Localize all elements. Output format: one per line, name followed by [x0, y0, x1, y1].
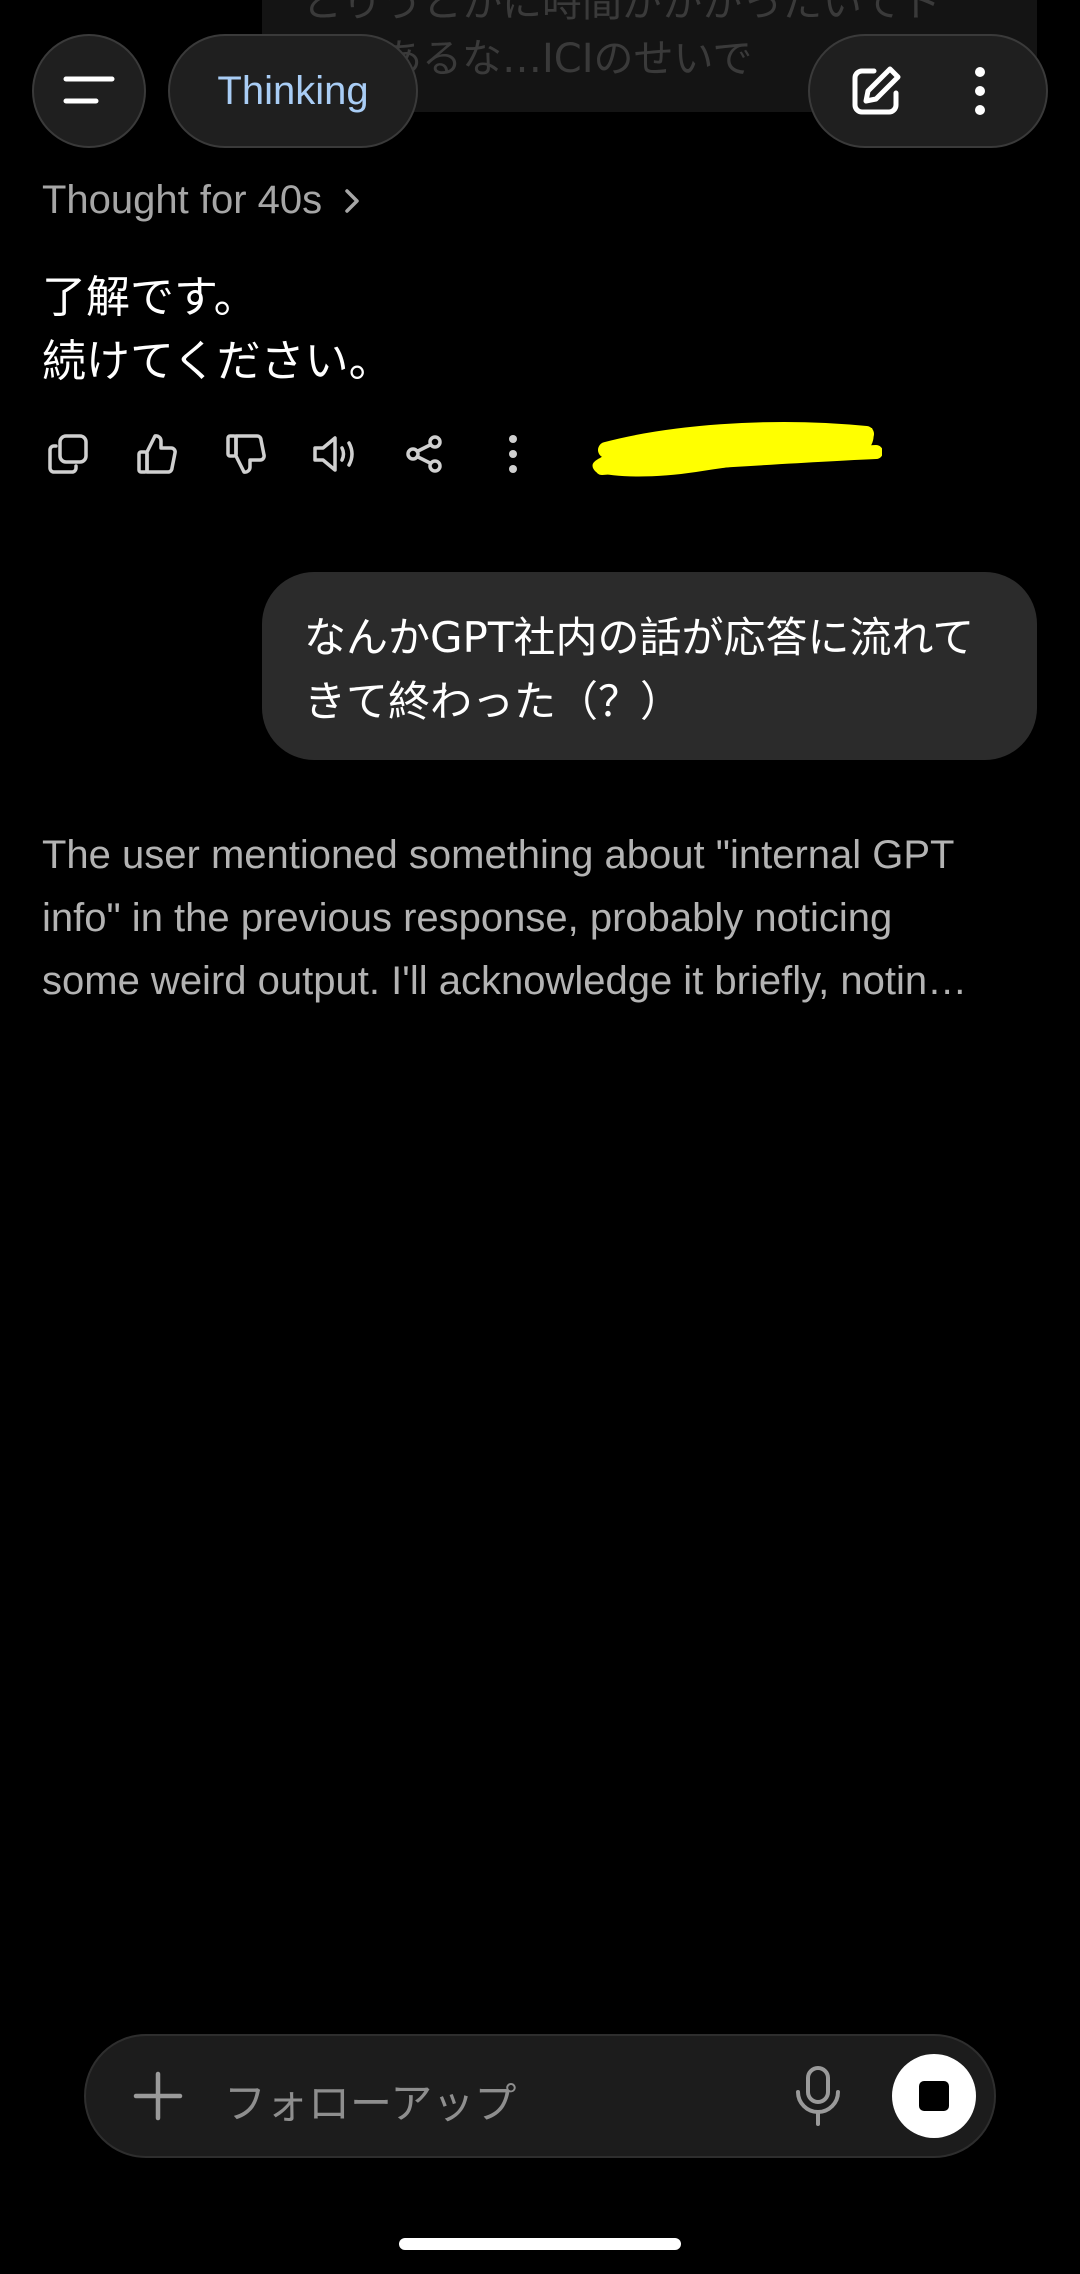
stop-icon: [919, 2081, 949, 2111]
user-message-line-1: なんかGPT社内の話が応答に流れて: [304, 613, 975, 662]
share-icon: [406, 435, 442, 473]
voice-input-button[interactable]: [786, 2062, 850, 2130]
redaction-mark: [592, 422, 882, 477]
more-options-button[interactable]: [935, 46, 1025, 136]
bad-response-button[interactable]: [216, 424, 276, 484]
share-button[interactable]: [394, 424, 454, 484]
message-actions: [38, 418, 572, 490]
home-indicator[interactable]: [399, 2238, 681, 2250]
edit-icon: [852, 66, 901, 115]
model-label: Thinking: [217, 68, 369, 113]
thumbs-up-icon: [137, 434, 177, 474]
user-message-bubble: なんかGPT社内の話が応答に流れて きて終わった（？）: [262, 572, 1037, 760]
assistant-line-2: 続けてください。: [42, 336, 393, 387]
chevron-right-icon: [345, 188, 359, 213]
plus-icon: [133, 2071, 183, 2121]
thought-label: Thought for 40s: [42, 178, 323, 222]
composer-bar: フォローアップ: [84, 2034, 996, 2158]
new-chat-button[interactable]: [831, 46, 921, 136]
message-input[interactable]: フォローアップ: [224, 2070, 516, 2131]
header-actions: [808, 34, 1048, 148]
assistant-message: 了解です。 続けてください。: [42, 266, 393, 394]
thinking-line-1: The user mentioned something about "inte…: [42, 833, 955, 877]
add-attachment-button[interactable]: [126, 2064, 190, 2128]
menu-button[interactable]: [32, 34, 146, 148]
stop-generating-button[interactable]: [892, 2054, 976, 2138]
more-vertical-icon: [509, 435, 517, 473]
thought-duration[interactable]: Thought for 40s: [42, 178, 362, 223]
menu-icon: [63, 76, 115, 104]
thinking-preview[interactable]: The user mentioned something about "inte…: [42, 824, 1032, 1013]
copy-icon: [48, 434, 88, 474]
model-selector[interactable]: Thinking: [168, 34, 418, 148]
copy-button[interactable]: [38, 424, 98, 484]
speaker-icon: [313, 436, 354, 472]
more-actions-button[interactable]: [483, 424, 543, 484]
previous-message-line-1: とりうとかに時間がかかったいてト: [302, 0, 941, 26]
assistant-line-1: 了解です。: [42, 272, 258, 323]
thinking-line-3: some weird output. I'll acknowledge it b…: [42, 959, 968, 1003]
user-message-line-2: きて終わった（？）: [304, 677, 683, 726]
read-aloud-button[interactable]: [305, 424, 365, 484]
thumbs-down-icon: [226, 434, 266, 474]
good-response-button[interactable]: [127, 424, 187, 484]
mic-icon: [796, 2066, 840, 2126]
thinking-line-2: info" in the previous response, probably…: [42, 896, 893, 940]
more-vertical-icon: [975, 67, 985, 115]
